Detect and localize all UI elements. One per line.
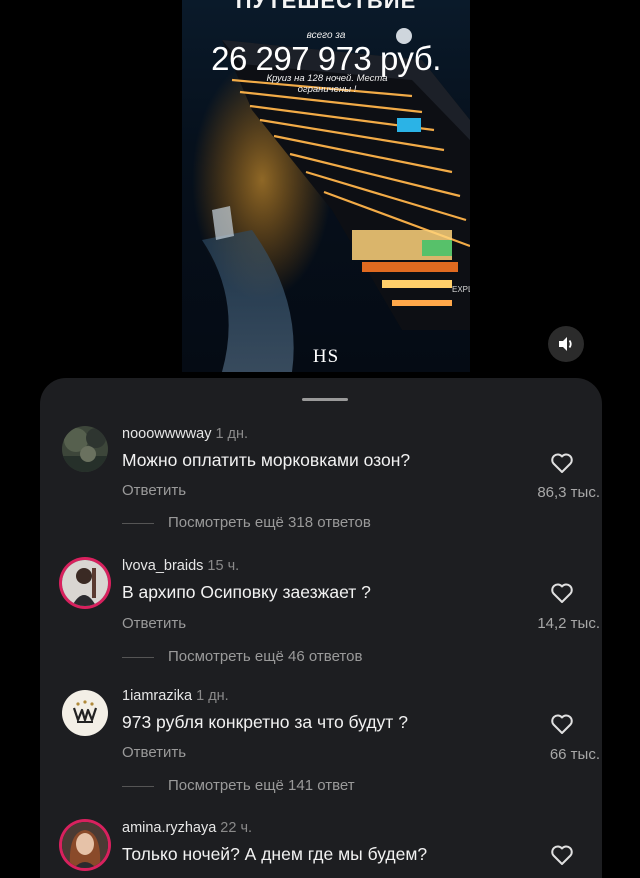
brand-logo: HS [312,346,340,367]
comments-sheet: nooowwwway 1 дн. Можно оплатить морковкам… [40,378,602,878]
divider [122,522,154,524]
video-subtitle: Круиз на 128 ночей. Места ограничены ! [266,73,388,95]
avatar[interactable] [62,690,108,736]
view-more-replies-button[interactable]: Посмотреть ещё 46 ответов [122,648,362,665]
view-more-replies-button[interactable]: Посмотреть ещё 141 ответ [122,777,355,794]
view-more-replies-button[interactable]: Посмотреть ещё 318 ответов [122,514,371,531]
reply-button[interactable]: Ответить [122,744,186,761]
heart-icon[interactable] [550,452,574,474]
heart-icon[interactable] [550,713,574,735]
comment-time: 22 ч. [220,820,253,836]
video-player[interactable]: EXPL ПУТЕШЕСТВИЕ всего за 26 297 973 руб… [182,0,470,372]
avatar[interactable] [62,426,108,472]
ship-marking: EXPL [452,285,470,294]
reply-button[interactable]: Ответить [122,482,186,499]
avatar[interactable] [62,560,108,606]
divider [122,785,154,787]
video-title: ПУТЕШЕСТВИЕ [235,0,417,13]
comment-time: 1 дн. [196,688,229,704]
like-count: 14,2 тыс. [537,615,600,632]
heart-icon[interactable] [550,582,574,604]
divider [122,656,154,658]
username[interactable]: lvova_braids [122,558,203,574]
comment-header: nooowwwway 1 дн. [122,426,248,442]
comment-text: Можно оплатить морковками озон? [122,450,411,470]
sheet-drag-handle[interactable] [302,398,348,401]
username[interactable]: nooowwwway [122,426,211,442]
speaker-icon [559,337,572,351]
like-count: 86,3 тыс. [537,484,600,501]
comment-header: amina.ryzhaya 22 ч. [122,820,252,836]
username[interactable]: amina.ryzhaya [122,820,216,836]
comment-header: lvova_braids 15 ч. [122,558,239,574]
comment-time: 1 дн. [215,426,249,442]
comment-text: 973 рубля конкретно за что будут ? [122,712,408,732]
comment-header: 1iamrazika 1 дн. [122,688,229,704]
comment-text: В архипо Осиповку заезжает ? [122,582,371,602]
like-count: 66 тыс. [549,746,600,763]
avatar[interactable] [62,822,108,868]
username[interactable]: 1iamrazika [122,688,192,704]
heart-icon[interactable] [550,844,574,866]
comment-time: 15 ч. [207,558,240,574]
reply-button[interactable]: Ответить [122,615,186,632]
sound-toggle-button[interactable] [548,326,584,362]
comment-text: Только ночей? А днем где мы будем? [122,844,428,864]
